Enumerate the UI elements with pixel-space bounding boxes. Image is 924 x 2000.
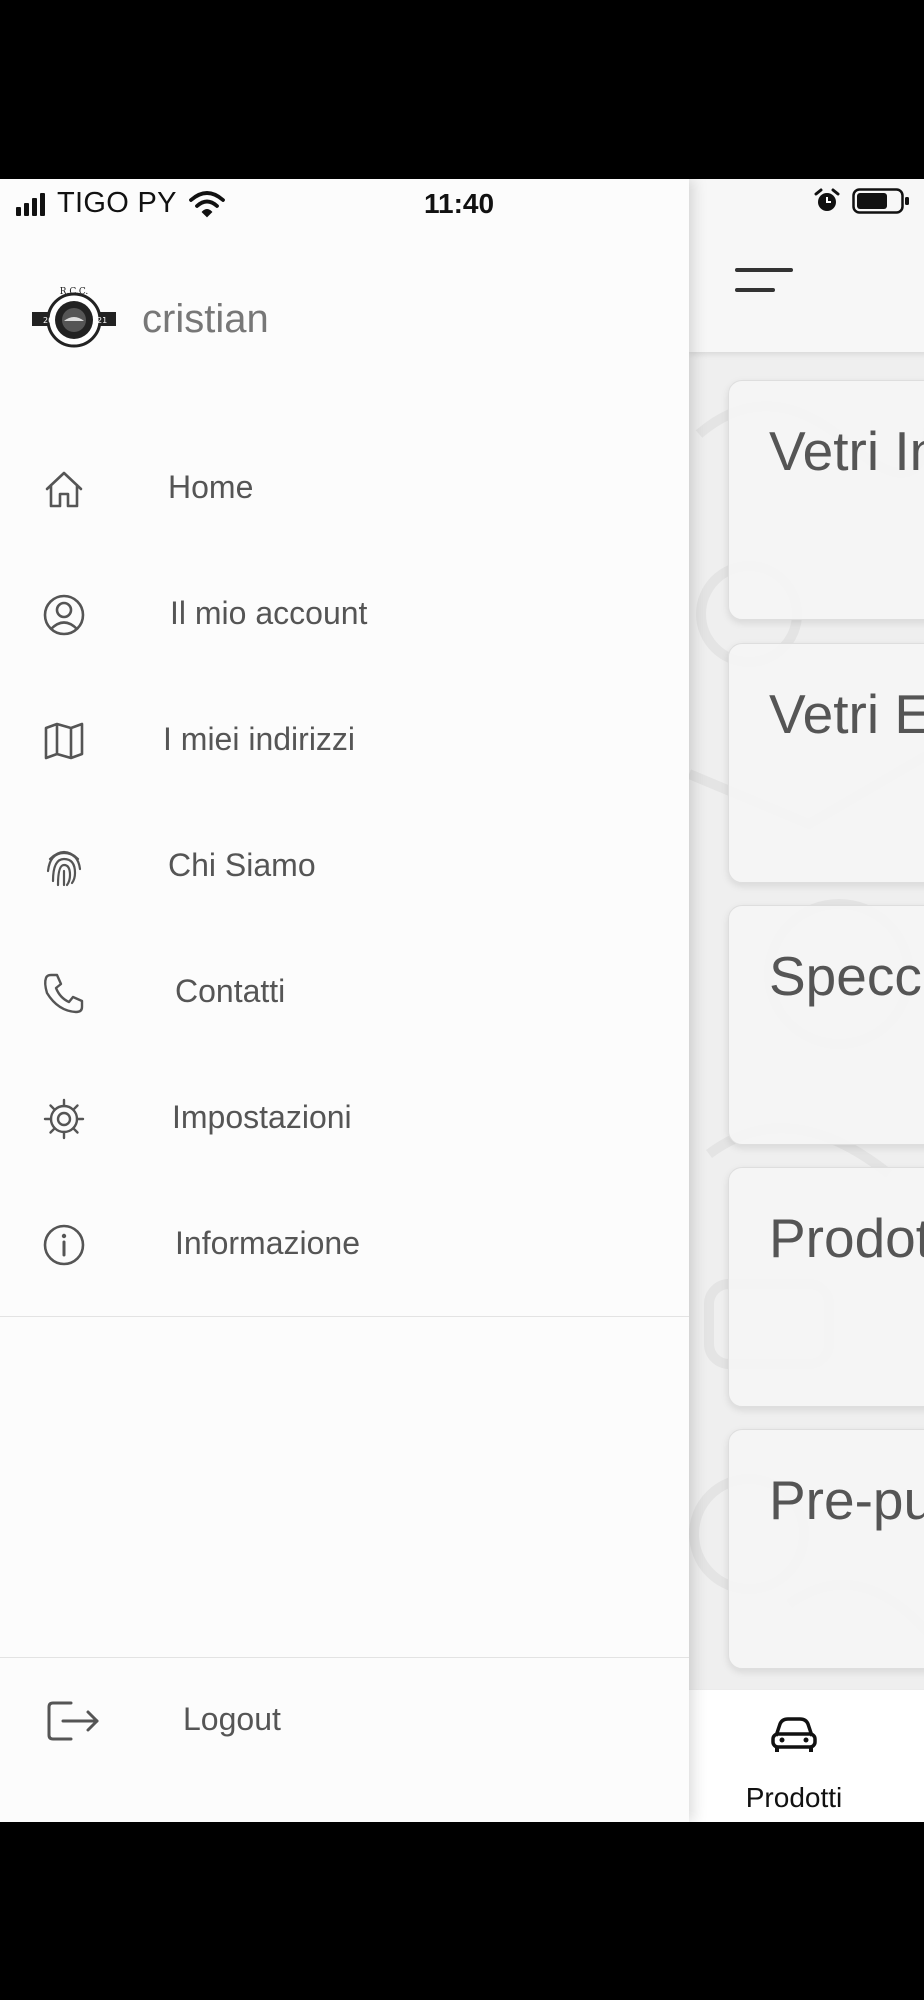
drawer-item-label: I miei indirizzi [163,721,356,757]
svg-text:R.C.C.: R.C.C. [60,287,89,297]
tab-prodotti[interactable]: Prodotti [729,1702,859,1813]
drawer-divider [0,1316,689,1317]
svg-text:21: 21 [97,316,107,325]
category-label: Vetri E [769,683,924,745]
status-left: TIGO PY [16,187,225,220]
category-card[interactable]: Vetri In [728,380,924,620]
drawer-divider [0,1657,689,1658]
tab-label: Prodotti [745,1782,843,1813]
map-icon [44,722,84,760]
app-screen: Vetri In Vetri E Specc Prodot Pre-pu Pro… [0,179,924,1822]
category-label: Pre-pu [769,1469,924,1531]
drawer-item-label: Il mio account [170,595,368,631]
drawer-item-addresses[interactable]: I miei indirizzi [0,691,689,791]
svg-text:20: 20 [43,316,53,325]
drawer-profile-header: R.C.C. 20 21 cristian [30,279,269,359]
category-label: Vetri In [769,420,924,482]
home-icon [45,471,83,508]
drawer-item-contacts[interactable]: Contatti [0,943,689,1043]
logout-button[interactable]: Logout [0,1671,689,1771]
user-circle-icon [43,594,85,636]
fingerprint-icon [46,850,82,887]
carrier-name: TIGO PY [57,187,177,219]
status-bar: TIGO PY 11:40 [0,179,924,229]
logout-icon [47,1701,99,1741]
wifi-icon [188,190,225,217]
gear-icon [43,1098,85,1140]
drawer-item-about[interactable]: Chi Siamo [0,817,689,917]
drawer-item-home[interactable]: Home [0,439,689,539]
drawer-item-account[interactable]: Il mio account [0,565,689,665]
battery-icon [852,188,909,214]
phone-icon [44,973,84,1014]
menu-hamburger-button[interactable] [732,262,796,302]
drawer-item-settings[interactable]: Impostazioni [0,1069,689,1169]
category-label: Specc [769,945,922,1007]
alarm-icon [814,188,840,211]
user-name: cristian [142,296,269,341]
drawer-item-label: Contatti [175,973,286,1009]
info-icon [43,1224,85,1266]
drawer-item-label: Impostazioni [172,1099,352,1135]
rcc-logo: R.C.C. 20 21 [32,287,116,348]
status-right [814,187,910,215]
drawer-item-label: Chi Siamo [168,847,316,883]
drawer-item-label: Home [168,469,254,505]
category-card[interactable]: Prodot [728,1167,924,1407]
category-card[interactable]: Vetri E [728,643,924,883]
drawer-item-label: Informazione [175,1225,360,1261]
category-label: Prodot [769,1207,924,1269]
category-card[interactable]: Pre-pu [728,1429,924,1669]
signal-icon [16,192,45,216]
category-card[interactable]: Specc [728,905,924,1145]
drawer-item-info[interactable]: Informazione [0,1195,689,1295]
navigation-drawer: R.C.C. 20 21 cristian Home Il mio accoun… [0,179,689,1822]
car-icon [771,1717,817,1752]
status-time: 11:40 [424,188,495,219]
logout-label: Logout [183,1701,281,1737]
bottom-tab-bar: Prodotti [689,1689,924,1822]
